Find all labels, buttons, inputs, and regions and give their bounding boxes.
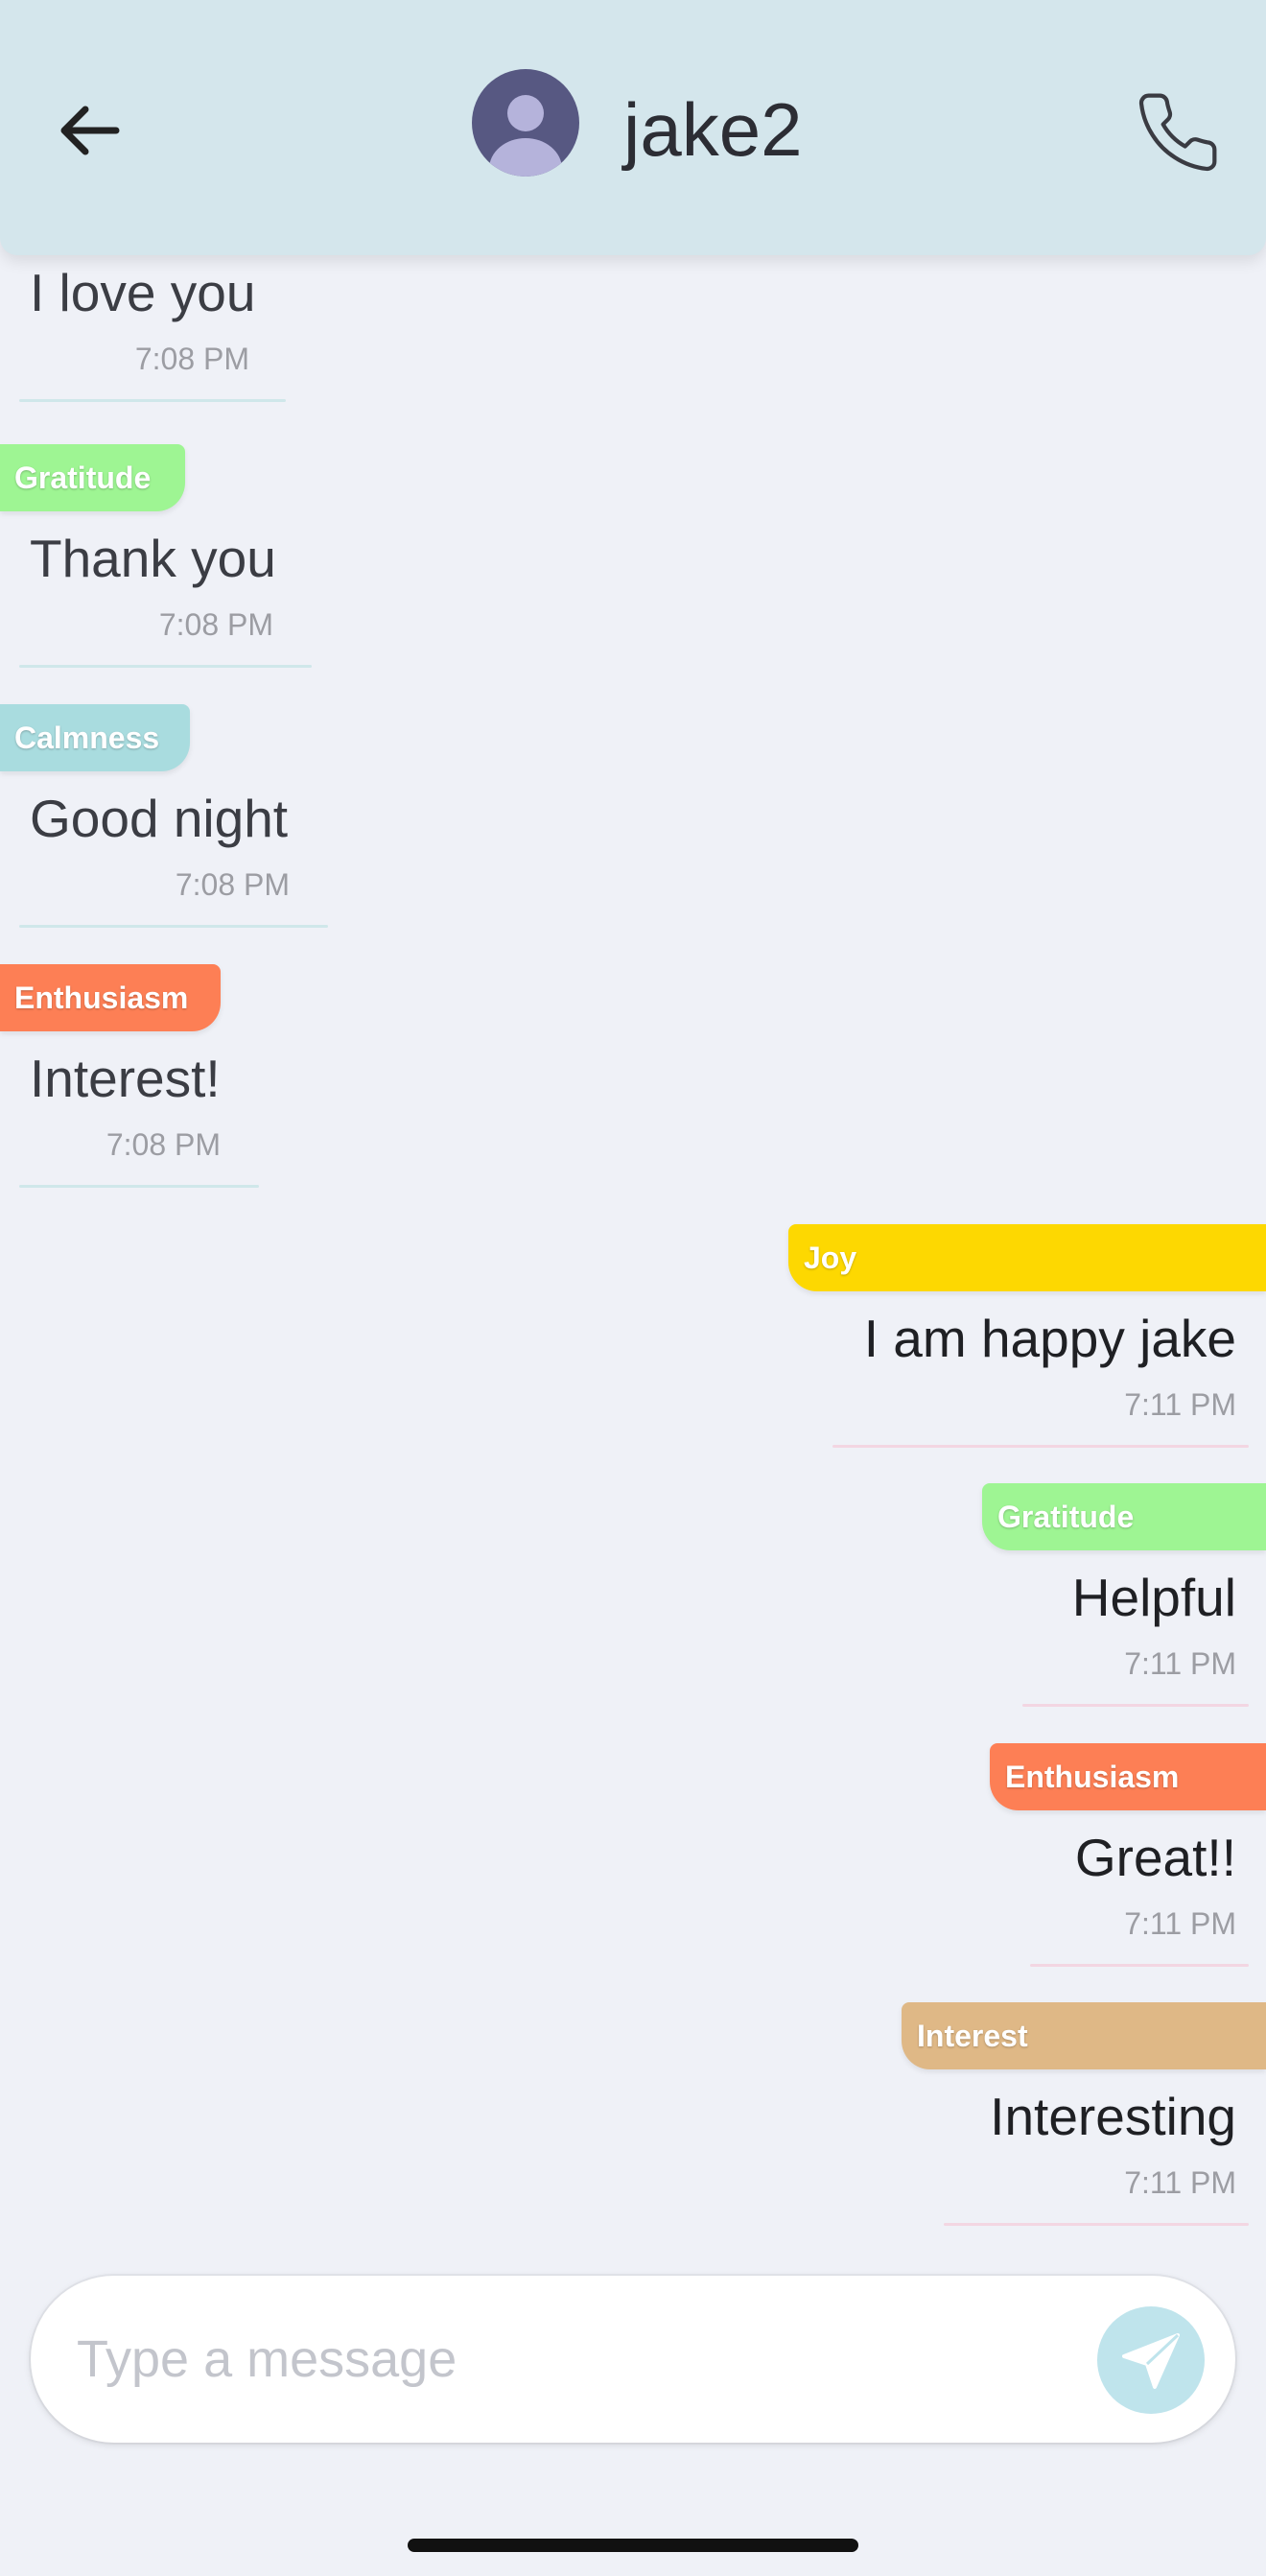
emotion-tag: Joy [788, 1224, 1266, 1291]
send-icon [1122, 2333, 1180, 2389]
emotion-tag: Interest [902, 2002, 1266, 2069]
message-time: 7:08 PM [134, 342, 249, 376]
avatar-icon [489, 95, 562, 177]
message-time: 7:11 PM [1124, 2165, 1236, 2200]
chat-screen: I love you 7:08 PM Gratitude Thank you 7… [0, 0, 1266, 2576]
message-time: 7:11 PM [1124, 1387, 1236, 1422]
emotion-tag: Gratitude [982, 1483, 1266, 1550]
emotion-tag: Enthusiasm [990, 1743, 1266, 1810]
message-time: 7:08 PM [175, 867, 290, 902]
send-button[interactable] [1097, 2306, 1205, 2414]
message-divider [19, 665, 312, 668]
message-divider [1030, 1964, 1249, 1967]
message-text: Good night [30, 789, 289, 848]
message-item: Joy I am happy jake 7:11 PM [788, 1224, 1266, 1454]
emotion-tag: Gratitude [0, 444, 185, 511]
message-item: Gratitude Helpful 7:11 PM [978, 1483, 1266, 1713]
message-item: Enthusiasm Great!! 7:11 PM [978, 1743, 1266, 1973]
message-time: 7:11 PM [1124, 1646, 1236, 1681]
back-button[interactable] [53, 92, 129, 169]
message-input[interactable] [77, 2322, 1036, 2397]
message-item: Enthusiasm Interest! 7:08 PM [0, 964, 259, 1194]
phone-icon [1138, 93, 1217, 172]
emotion-tag: Calmness [0, 704, 190, 771]
message-divider [944, 2223, 1249, 2226]
call-button[interactable] [1134, 88, 1222, 177]
message-item: Calmness Good night 7:08 PM [0, 704, 328, 934]
message-divider [19, 1185, 259, 1188]
message-text: I am happy jake [863, 1309, 1236, 1368]
message-item: Gratitude Thank you 7:08 PM [0, 444, 312, 674]
message-text: Helpful [1071, 1568, 1236, 1627]
message-time: 7:11 PM [1124, 1906, 1236, 1941]
message-divider [19, 399, 286, 402]
chat-header: jake2 [0, 0, 1266, 255]
message-text: I love you [30, 263, 256, 322]
avatar[interactable] [472, 69, 579, 177]
back-arrow-icon [60, 106, 120, 155]
message-item: Interest Interesting 7:11 PM [902, 2002, 1266, 2233]
emotion-tag: Enthusiasm [0, 964, 221, 1031]
message-text: Interesting [990, 2087, 1236, 2146]
message-time: 7:08 PM [106, 1127, 221, 1162]
message-composer [31, 2276, 1235, 2443]
message-time: 7:08 PM [158, 607, 273, 642]
message-text: Thank you [30, 529, 276, 588]
message-text: Interest! [30, 1049, 221, 1108]
message-divider [1022, 1704, 1249, 1707]
message-divider [832, 1445, 1249, 1448]
contact-name: jake2 [623, 87, 803, 172]
home-indicator[interactable] [408, 2539, 858, 2552]
message-divider [19, 925, 328, 928]
message-text: Great!! [1074, 1828, 1236, 1887]
